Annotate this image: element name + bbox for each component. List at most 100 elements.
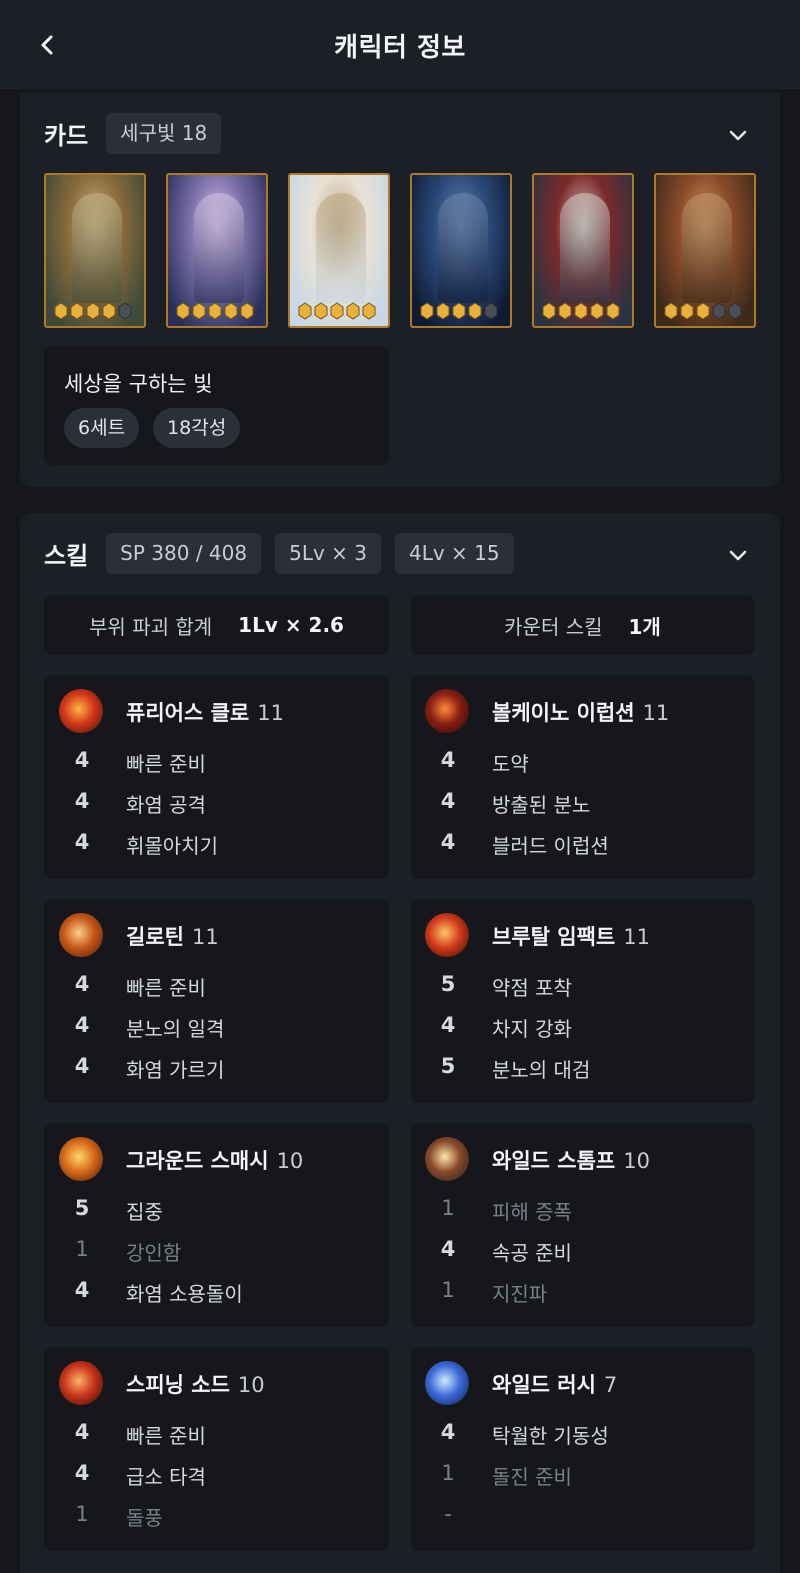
- card-1[interactable]: [44, 173, 146, 328]
- card-2[interactable]: [166, 173, 268, 328]
- skill-name: 퓨리어스 클로 11: [126, 697, 284, 727]
- chevron-down-icon: [729, 130, 747, 141]
- brutal-impact-icon: [425, 913, 469, 957]
- skill-name-text: 길로틴: [126, 925, 184, 949]
- card-artwork: [438, 193, 488, 303]
- tripod-level: 4: [74, 1013, 90, 1037]
- skill-name: 브루탈 임팩트 11: [492, 921, 650, 951]
- skill-name: 스피닝 소드 10: [126, 1369, 265, 1399]
- tripod-level: 4: [440, 1420, 456, 1444]
- card-set-badge: 세구빛 18: [106, 113, 222, 154]
- tripod-name: 탁월한 기동성: [492, 1424, 609, 1448]
- tripod-name: 빠른 준비: [126, 1424, 206, 1448]
- tripod-name: 피해 증폭: [492, 1200, 572, 1224]
- card-artwork: [682, 193, 732, 303]
- skills-title: 스킬: [44, 542, 89, 570]
- chevron-down-icon: [729, 550, 747, 561]
- guillotine-icon: [59, 913, 103, 957]
- skill-level: 11: [191, 925, 219, 949]
- tripod-level: 1: [441, 1461, 455, 1485]
- tripod-level: 4: [74, 1054, 90, 1078]
- tripod-row: -: [410, 1502, 755, 1532]
- tripod-name: 돌진 준비: [492, 1465, 572, 1489]
- tripod-row: 4 빠른 준비: [44, 972, 389, 1002]
- part-break-label: 부위 파괴 합계: [89, 614, 213, 639]
- skill-name-text: 퓨리어스 클로: [126, 701, 250, 725]
- card-awake-tag: 18각성: [153, 408, 241, 448]
- awake-gem-filled-icon: [102, 302, 116, 320]
- ground-smash-icon: [59, 1137, 103, 1181]
- tripod-row: 4 방출된 분노: [410, 789, 755, 819]
- card-set-count-tag: 6세트: [64, 408, 140, 448]
- tripod-row: 4 화염 가르기: [44, 1054, 389, 1084]
- skills-collapse-toggle[interactable]: [724, 541, 752, 569]
- tripod-row: 4 도약: [410, 748, 755, 778]
- awake-gem-filled-icon: [176, 302, 190, 320]
- tripod-level: 4: [74, 789, 90, 813]
- skill-name: 와일드 스톰프 10: [492, 1145, 650, 1175]
- part-break-value: 1Lv × 2.6: [238, 613, 344, 637]
- skill-card[interactable]: 볼케이노 이럽션 11 4 도약 4 방출된 분노 4 블러드 이럽션: [410, 675, 755, 879]
- skill-name-text: 브루탈 임팩트: [492, 925, 616, 949]
- awake-gem-filled-icon: [558, 302, 572, 320]
- skill-card[interactable]: 그라운드 스매시 10 5 집중 1 강인함 4 화염 소용돌이: [44, 1123, 389, 1327]
- tripod-name: 차지 강화: [492, 1017, 572, 1041]
- awake-gem-filled-icon: [468, 302, 482, 320]
- card-3[interactable]: [288, 173, 390, 328]
- tripod-row: 4 분노의 일격: [44, 1013, 389, 1043]
- tripod-level: -: [444, 1502, 452, 1526]
- tripod-row: 4 차지 강화: [410, 1013, 755, 1043]
- skill-card[interactable]: 와일드 러시 7 4 탁월한 기동성 1 돌진 준비 -: [410, 1347, 755, 1551]
- awake-gem-empty-icon: [728, 302, 742, 320]
- card-6[interactable]: [654, 173, 756, 328]
- tripod-row: 1 돌풍: [44, 1502, 389, 1532]
- tripod-name: 방출된 분노: [492, 793, 591, 817]
- awake-gem-filled-icon: [606, 302, 620, 320]
- skill-card[interactable]: 퓨리어스 클로 11 4 빠른 준비 4 화염 공격 4 휘몰아치기: [44, 675, 389, 879]
- tripod-row: 4 탁월한 기동성: [410, 1420, 755, 1450]
- skill-card[interactable]: 길로틴 11 4 빠른 준비 4 분노의 일격 4 화염 가르기: [44, 899, 389, 1103]
- card-5[interactable]: [532, 173, 634, 328]
- tripod-level: 5: [440, 1054, 456, 1078]
- awake-gem-filled-icon: [574, 302, 588, 320]
- tripod-name: 약점 포착: [492, 976, 572, 1000]
- tripod-name: 지진파: [492, 1282, 548, 1306]
- card-awake-gems: [54, 302, 132, 320]
- awake-gem-filled-icon: [314, 302, 328, 320]
- fire-claw-icon: [59, 689, 103, 733]
- cards-title: 카드: [44, 122, 89, 150]
- skill-card[interactable]: 와일드 스톰프 10 1 피해 증폭 4 속공 준비 1 지진파: [410, 1123, 755, 1327]
- tripod-level: 4: [74, 1420, 90, 1444]
- tripod-name: 분노의 대검: [492, 1058, 591, 1082]
- wild-stomp-icon: [425, 1137, 469, 1181]
- tripod-name: 빠른 준비: [126, 976, 206, 1000]
- skill-name-text: 와일드 러시: [492, 1373, 596, 1397]
- card-awake-gems: [664, 302, 742, 320]
- tripod-row: 4 속공 준비: [410, 1237, 755, 1267]
- tripod-level: 1: [75, 1237, 89, 1261]
- volcano-icon: [425, 689, 469, 733]
- tripod-row: 4 휘몰아치기: [44, 830, 389, 860]
- tripod-row: 4 빠른 준비: [44, 748, 389, 778]
- awake-gem-filled-icon: [452, 302, 466, 320]
- awake-gem-filled-icon: [330, 302, 344, 320]
- tripod-level: 4: [440, 789, 456, 813]
- card-4[interactable]: [410, 173, 512, 328]
- tripod-name: 빠른 준비: [126, 752, 206, 776]
- card-artwork: [194, 193, 244, 303]
- awake-gem-filled-icon: [696, 302, 710, 320]
- tripod-level: 4: [74, 1461, 90, 1485]
- skill-level: 11: [642, 701, 670, 725]
- skill-name-text: 볼케이노 이럽션: [492, 701, 635, 725]
- skill-card[interactable]: 브루탈 임팩트 11 5 약점 포착 4 차지 강화 5 분노의 대검: [410, 899, 755, 1103]
- tripod-level: 1: [75, 1502, 89, 1526]
- skill-name: 길로틴 11: [126, 921, 219, 951]
- cards-collapse-toggle[interactable]: [724, 121, 752, 149]
- tripod-name: 화염 가르기: [126, 1058, 225, 1082]
- tripod-name: 도약: [492, 752, 529, 776]
- skill-card[interactable]: 스피닝 소드 10 4 빠른 준비 4 급소 타격 1 돌풍: [44, 1347, 389, 1551]
- tripod-name: 휘몰아치기: [126, 834, 218, 858]
- tripod-row: 1 강인함: [44, 1237, 389, 1267]
- awake-gem-filled-icon: [86, 302, 100, 320]
- tripod-name: 화염 공격: [126, 793, 206, 817]
